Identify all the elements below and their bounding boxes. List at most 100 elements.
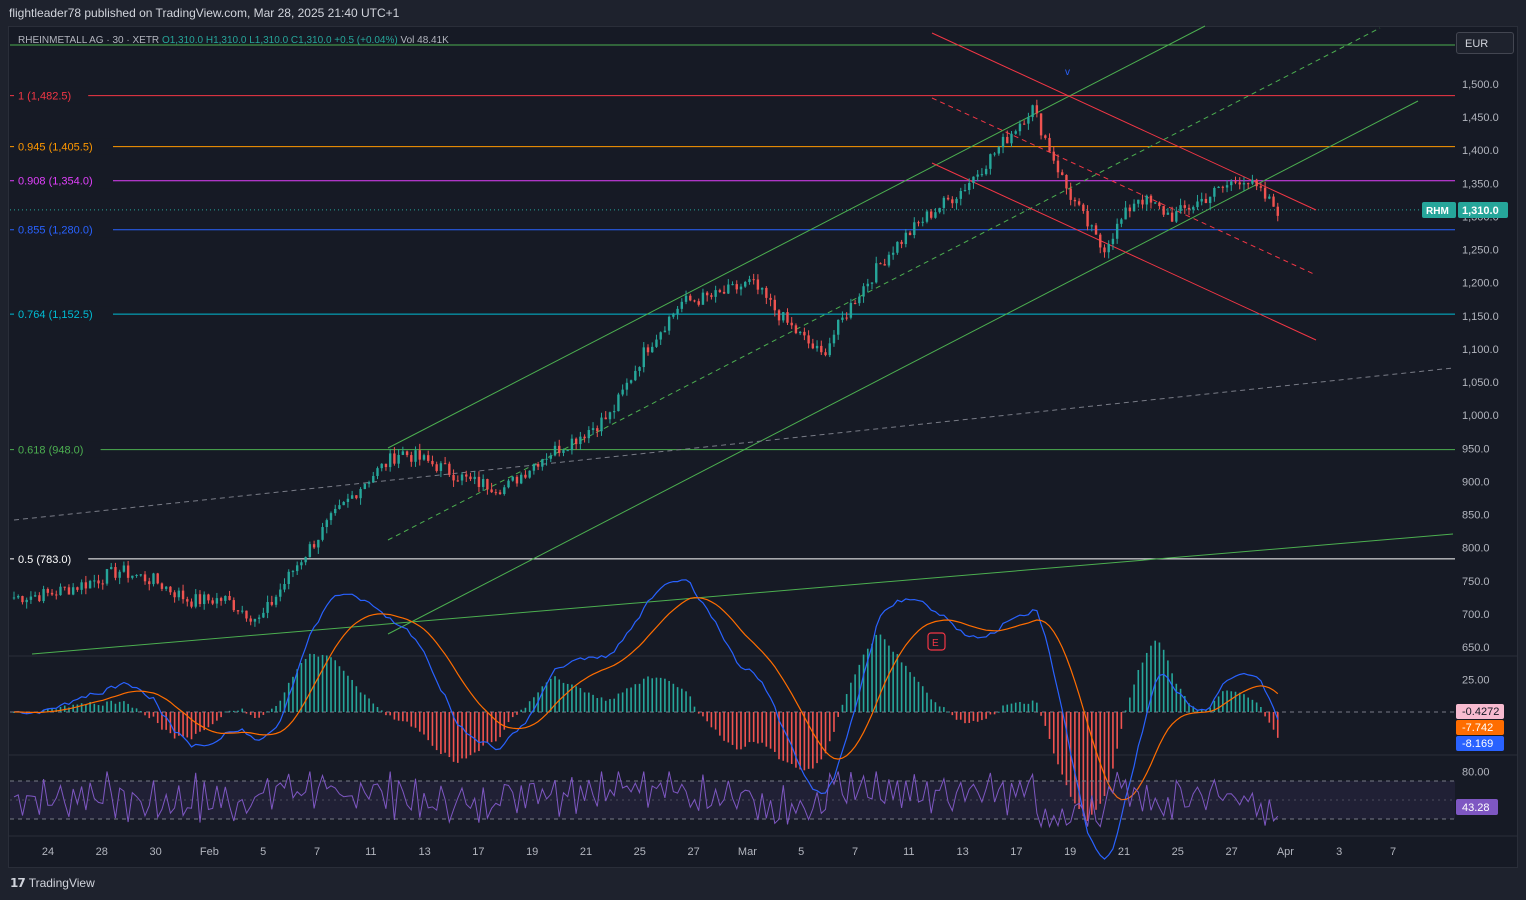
candle-body (300, 562, 303, 566)
candle-body (1120, 219, 1123, 224)
macd-histogram-bar (985, 712, 987, 719)
candle-body (798, 331, 802, 334)
macd-histogram-bar (389, 712, 391, 716)
macd-histogram-bar (152, 712, 155, 717)
macd-histogram-bar (355, 686, 358, 712)
macd-histogram-bar (638, 683, 641, 712)
candle-body (625, 382, 629, 390)
y-tick-label: 800.0 (1462, 543, 1490, 555)
candle-body (84, 582, 88, 589)
candle-body (913, 222, 916, 236)
candle-body (951, 199, 954, 204)
macd-histogram-bar (845, 694, 848, 712)
candle-body (80, 582, 83, 590)
macd-histogram-bar (600, 697, 603, 712)
macd-histogram-bar (727, 712, 730, 743)
candle-body (355, 495, 358, 499)
macd-histogram-bar (524, 707, 527, 712)
candle-body (1263, 187, 1267, 199)
candle-body (574, 438, 578, 445)
candle-body (169, 586, 172, 593)
macd-histogram-bar (676, 687, 679, 712)
tradingview-branding[interactable]: 𝟭𝟳 TradingView (10, 876, 95, 890)
candle-body (934, 212, 937, 218)
candle-body (321, 527, 324, 540)
macd-histogram-bar (761, 712, 763, 743)
candle-body (993, 153, 996, 155)
candle-body (33, 595, 37, 597)
candle-body (494, 492, 498, 494)
x-tick-label: 28 (96, 846, 108, 858)
macd-histogram-bar (833, 712, 835, 732)
macd-histogram-bar (402, 712, 404, 722)
macd-histogram-bar (1023, 703, 1025, 712)
macd-histogram-bar (913, 676, 916, 712)
x-tick-label: 21 (580, 846, 592, 858)
macd-histogram-bar (364, 694, 366, 712)
candle-body (42, 589, 45, 602)
candle-body (710, 295, 713, 297)
macd-histogram-bar (1255, 702, 1258, 712)
candle-body (883, 264, 886, 266)
candle-body (1145, 195, 1148, 205)
candle-body (143, 574, 147, 582)
candle-body (1132, 203, 1136, 212)
macd-histogram-bar (211, 712, 214, 725)
candle-body (486, 479, 489, 490)
macd-histogram-bar (664, 678, 666, 712)
candle-body (249, 618, 252, 622)
candle-body (875, 263, 878, 283)
candle-body (536, 464, 540, 467)
currency-button[interactable]: EUR (1456, 32, 1514, 54)
macd-histogram-bar (300, 662, 303, 712)
x-tick-label: 7 (314, 846, 320, 858)
candle-body (1154, 202, 1157, 204)
candle-body (1234, 181, 1237, 183)
candle-body (989, 154, 992, 169)
macd-histogram-bar (482, 712, 484, 746)
macd-histogram-bar (359, 692, 362, 712)
candle-body (849, 302, 853, 318)
macd-histogram-bar (503, 712, 506, 730)
candle-body (735, 284, 738, 290)
candle-body (1018, 123, 1022, 132)
candle-body (1187, 207, 1191, 210)
y-tick-label: 1,050.0 (1462, 377, 1499, 389)
x-tick-label: 11 (365, 846, 376, 858)
symbol-legend[interactable]: RHEINMETALL AG · 30 · XETR O1,310.0 H1,3… (18, 35, 449, 46)
candle-body (1200, 198, 1203, 202)
candle-body (1082, 204, 1085, 211)
chart-canvas[interactable]: 1,500.01,450.01,400.01,350.01,300.01,250… (0, 0, 1526, 900)
candle-body (427, 455, 430, 461)
candle-body (1225, 185, 1229, 188)
candle-body (1124, 207, 1127, 220)
candle-body (186, 599, 189, 602)
candle-body (541, 459, 544, 467)
candle-body (101, 583, 104, 585)
macd-histogram-bar (1052, 712, 1055, 754)
candle-body (274, 596, 278, 605)
macd-histogram-bar (473, 712, 476, 753)
candle-body (105, 569, 109, 584)
candle-body (156, 573, 159, 584)
candle-body (376, 468, 379, 476)
macd-histogram-bar (972, 712, 975, 721)
macd-histogram-bar (101, 705, 104, 712)
macd-histogram-bar (495, 712, 497, 742)
macd-histogram-bar (803, 712, 806, 771)
candle-body (241, 610, 244, 612)
candle-body (659, 332, 662, 340)
candle-body (503, 487, 506, 494)
macd-histogram-bar (642, 678, 645, 712)
candle-body (12, 597, 16, 599)
candle-body (782, 312, 785, 321)
macd-histogram-bar (850, 682, 852, 712)
candle-body (676, 308, 679, 314)
candle-body (566, 450, 569, 452)
candle-body (384, 463, 388, 468)
candle-body (63, 586, 66, 588)
candle-body (655, 339, 658, 347)
macd-histogram-bar (1120, 712, 1123, 729)
candle-body (870, 282, 874, 284)
macd-histogram-bar (900, 662, 903, 712)
